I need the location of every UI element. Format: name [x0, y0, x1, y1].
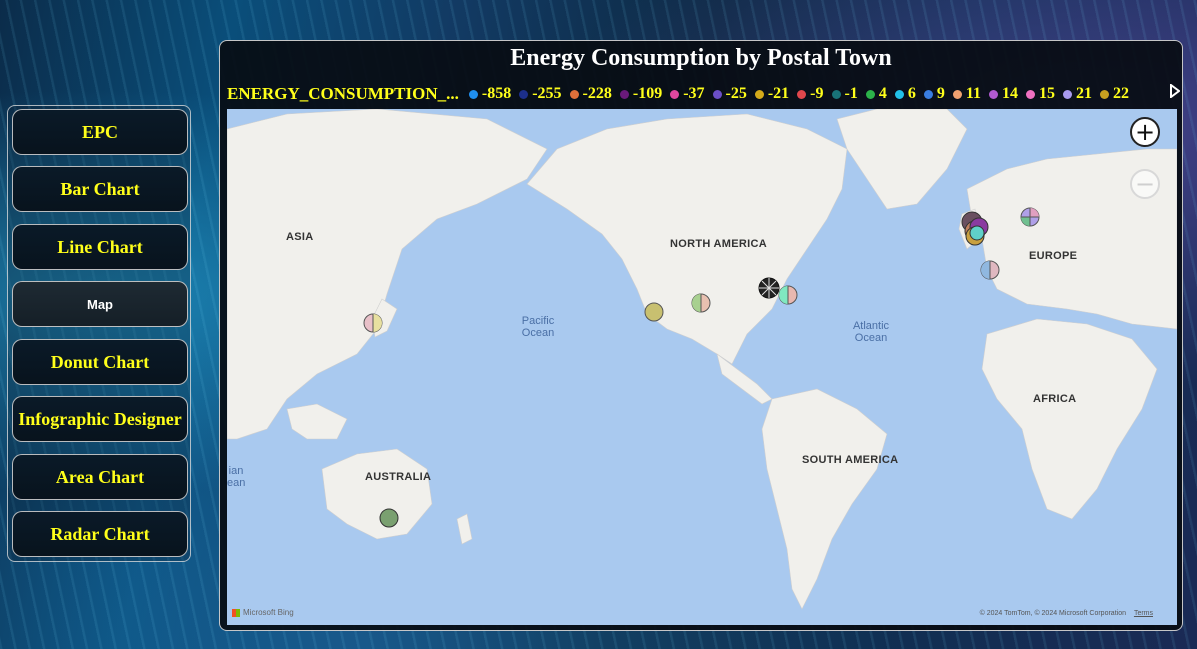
nav-donut-chart-button[interactable]: Donut Chart	[12, 339, 188, 385]
legend-item[interactable]: 21	[1062, 85, 1092, 103]
label-atlantic-ocean: Atlantic Ocean	[852, 320, 890, 344]
microsoft-logo-icon	[232, 608, 240, 617]
nav-bar-chart-button[interactable]: Bar Chart	[12, 166, 188, 212]
map-marker-japan[interactable]	[363, 313, 383, 333]
legend-dot-icon	[569, 89, 579, 99]
map-marker-california[interactable]	[644, 302, 664, 322]
map-copyright: © 2024 TomTom, © 2024 Microsoft Corporat…	[980, 610, 1153, 617]
legend-dot-icon	[831, 89, 841, 99]
legend-label: -858	[481, 85, 512, 102]
legend-dot-icon	[712, 89, 722, 99]
legend-dot-icon	[1062, 89, 1072, 99]
world-map[interactable]: ASIA NORTH AMERICA EUROPE AFRICA SOUTH A…	[227, 109, 1177, 625]
label-north-america: NORTH AMERICA	[670, 238, 767, 250]
legend-item[interactable]: 14	[988, 85, 1018, 103]
bing-attribution: Microsoft Bing	[232, 608, 294, 617]
label-indian-ocean-fragment: ian ean	[227, 465, 246, 489]
legend-label: -25	[725, 85, 747, 102]
legend-dot-icon	[754, 89, 764, 99]
legend-item[interactable]: -21	[754, 85, 790, 103]
label-australia: AUSTRALIA	[365, 471, 432, 483]
map-marker-netherlands[interactable]	[980, 260, 1000, 280]
nav-line-chart-button[interactable]: Line Chart	[12, 224, 188, 270]
legend-items: -858 -255 -228 -109 -37 -25 -21 -9 -1 4 6 9 11 14 15 21…	[468, 85, 1137, 103]
legend-dot-icon	[865, 89, 875, 99]
nav-radar-chart-button[interactable]: Radar Chart	[12, 511, 188, 557]
nav-area-chart-button[interactable]: Area Chart	[12, 454, 188, 500]
label-asia: ASIA	[286, 231, 314, 243]
label-south-america: SOUTH AMERICA	[802, 454, 899, 466]
legend-item[interactable]: 22	[1099, 85, 1129, 103]
legend-label: 14	[1001, 85, 1018, 102]
chevron-right-icon[interactable]	[1170, 83, 1181, 102]
legend-item[interactable]: -37	[670, 85, 705, 103]
legend-label: 15	[1038, 85, 1055, 102]
legend-dot-icon	[468, 89, 478, 99]
bing-attribution-text: Microsoft Bing	[243, 608, 294, 617]
map-canvas	[227, 109, 1177, 625]
legend-item[interactable]: -858	[468, 85, 512, 103]
terms-link[interactable]: Terms	[1134, 610, 1153, 617]
legend-dot-icon	[619, 89, 629, 99]
legend-item[interactable]: -255	[519, 85, 562, 103]
legend-dot-icon	[1025, 89, 1035, 99]
legend-dot-icon	[923, 89, 933, 99]
nav-infographic-designer-button[interactable]: Infographic Designer	[12, 396, 188, 442]
legend-label: 11	[965, 85, 981, 102]
legend-item[interactable]: 11	[952, 85, 981, 103]
legend-label: 22	[1112, 85, 1129, 102]
legend-label: -109	[632, 85, 663, 102]
label-africa: AFRICA	[1033, 393, 1077, 405]
nav-map-button[interactable]: Map	[12, 281, 188, 327]
legend-dot-icon	[797, 89, 807, 99]
map-marker-east-coast[interactable]	[778, 285, 798, 305]
legend-title: ENERGY_CONSUMPTION_...	[227, 84, 459, 103]
zoom-out-button[interactable]: −	[1130, 169, 1160, 199]
legend-label: -21	[767, 85, 790, 102]
legend-label: -228	[582, 85, 612, 102]
legend-dot-icon	[519, 89, 529, 99]
label-europe: EUROPE	[1029, 250, 1078, 262]
map-marker-colorado[interactable]	[691, 293, 711, 313]
legend-label: -37	[683, 85, 705, 102]
legend-dot-icon	[670, 89, 680, 99]
legend-label: -1	[844, 85, 858, 102]
zoom-in-button[interactable]: +	[1130, 117, 1160, 147]
copyright-text: © 2024 TomTom, © 2024 Microsoft Corporat…	[979, 610, 1126, 617]
legend-dot-icon	[894, 89, 904, 99]
map-marker-australia[interactable]	[379, 508, 399, 528]
legend-dot-icon	[1099, 89, 1109, 99]
legend-dot-icon	[988, 89, 998, 99]
legend-label: -255	[532, 85, 562, 102]
legend-item[interactable]: 15	[1025, 85, 1055, 103]
legend-label: 9	[936, 85, 945, 102]
visual-title: Energy Consumption by Postal Town	[510, 45, 892, 71]
legend-item[interactable]: -228	[569, 85, 612, 103]
sidebar-nav: EPC Bar Chart Line Chart Map Donut Chart…	[7, 105, 191, 562]
map-marker-scandinavia[interactable]	[1020, 207, 1040, 227]
legend-label: -9	[810, 85, 824, 102]
legend-item[interactable]: -9	[797, 85, 824, 103]
legend-label: 6	[907, 85, 916, 102]
legend-item[interactable]: -1	[831, 85, 858, 103]
legend-item[interactable]: -25	[712, 85, 747, 103]
legend-item[interactable]: 9	[923, 85, 945, 103]
nav-epc-button[interactable]: EPC	[12, 109, 188, 155]
legend-item[interactable]: -109	[619, 85, 663, 103]
map-visual-panel: Energy Consumption by Postal Town ENERGY…	[219, 40, 1183, 631]
label-pacific-ocean: Pacific Ocean	[521, 315, 555, 339]
legend-item[interactable]: 4	[865, 85, 887, 103]
map-legend: ENERGY_CONSUMPTION_... -858 -255 -228 -109-…	[227, 83, 1172, 105]
legend-label: 21	[1075, 85, 1092, 102]
legend-label: 4	[878, 85, 887, 102]
map-marker-great-lakes[interactable]	[758, 277, 780, 299]
legend-item[interactable]: 6	[894, 85, 916, 103]
legend-dot-icon	[952, 89, 962, 99]
